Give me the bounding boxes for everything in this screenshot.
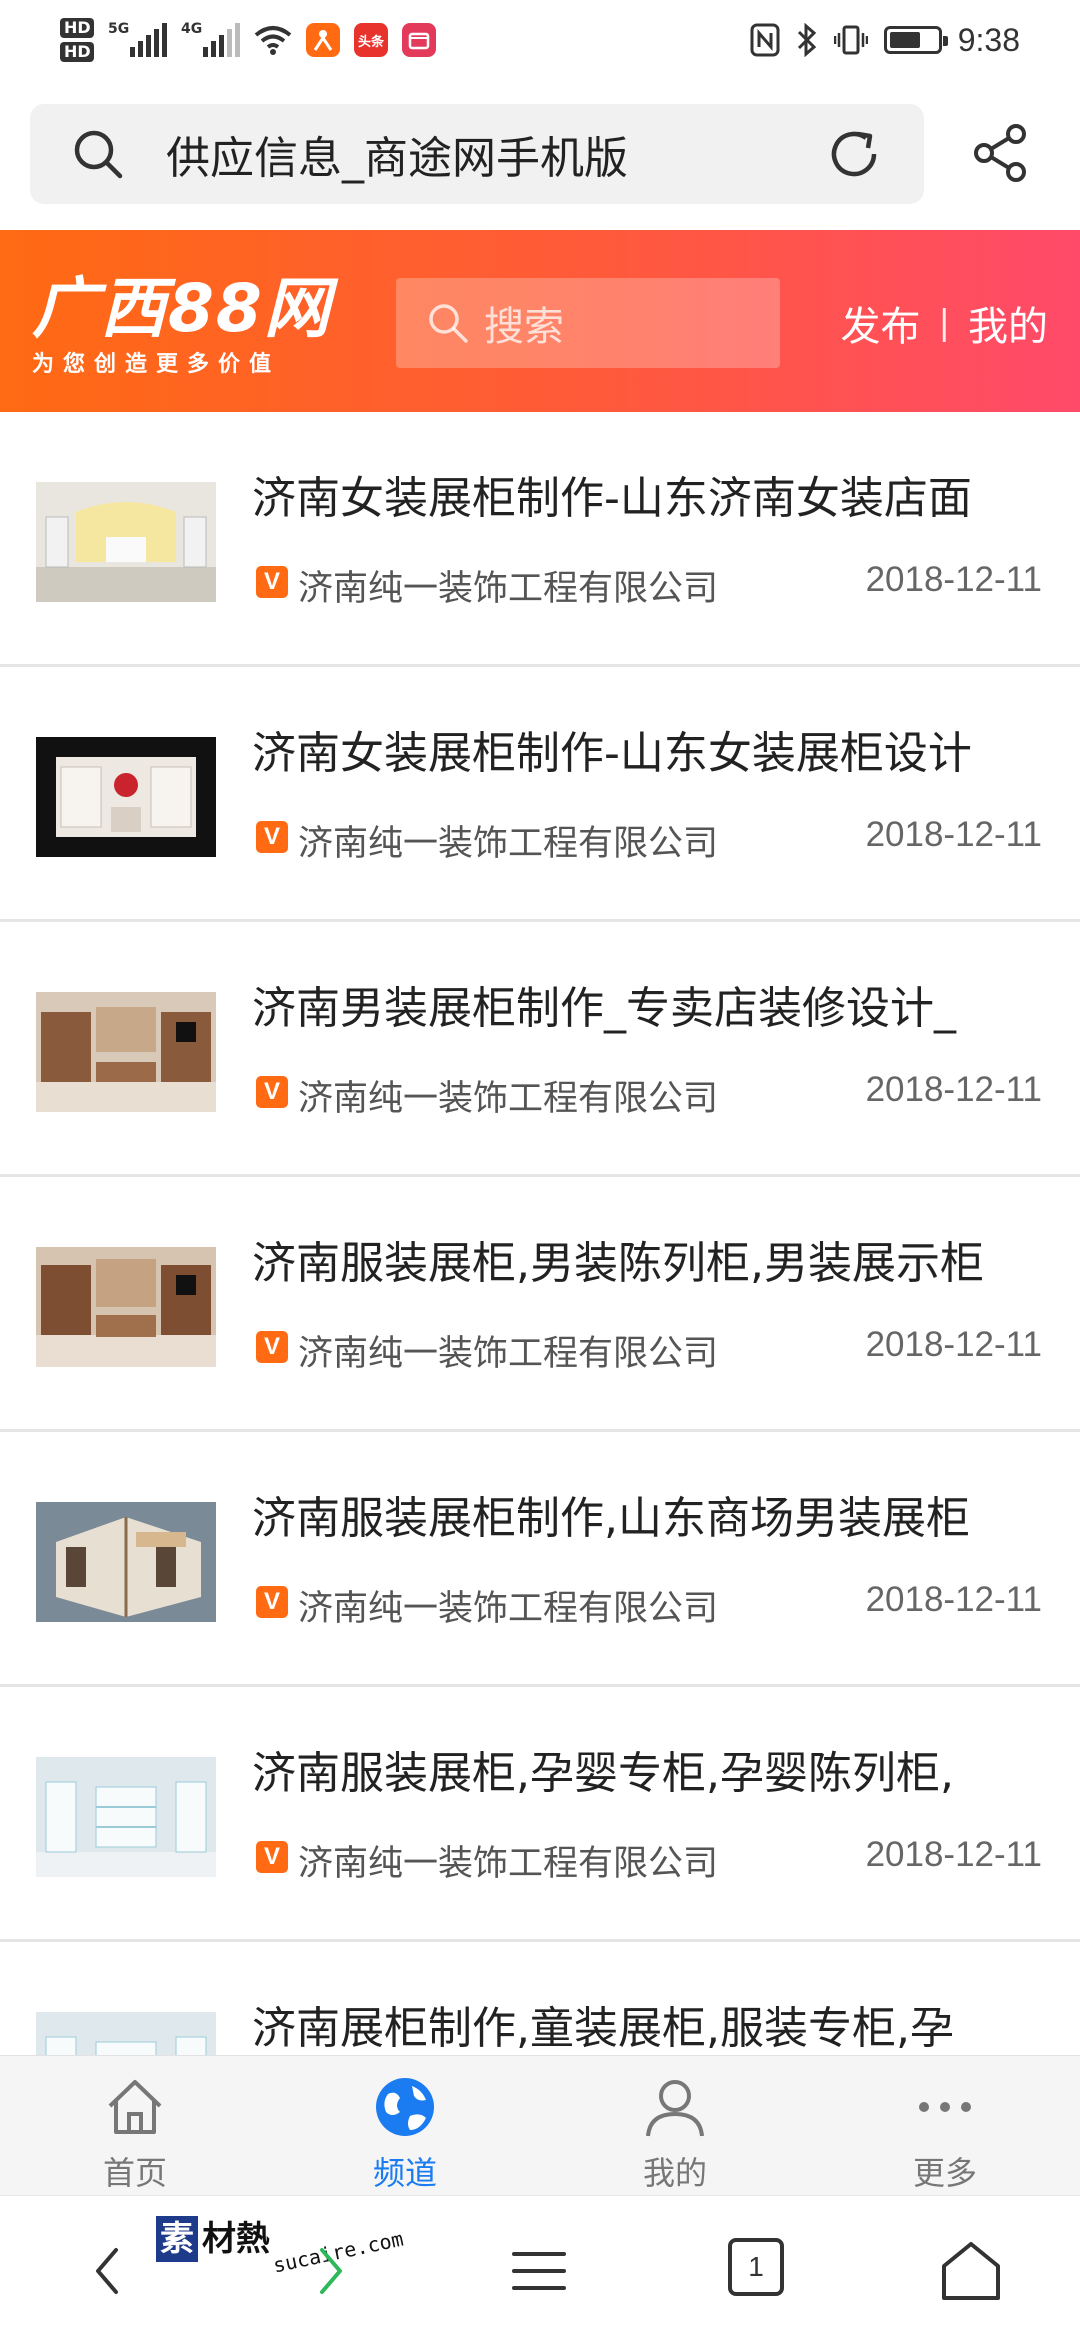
app-notification-icon bbox=[306, 23, 340, 57]
status-bar: HD HD 5G 4G 头条 9:38 bbox=[0, 0, 1080, 80]
address-bar[interactable]: 供应信息_商途网手机版 bbox=[30, 104, 924, 204]
list-item[interactable]: 济南男装展柜制作_专卖店装修设计_ V 济南纯一装饰工程有限公司 2018-12… bbox=[0, 922, 1080, 1177]
product-thumbnail bbox=[36, 1247, 216, 1367]
post-date: 2018-12-11 bbox=[865, 1325, 1042, 1364]
vibrate-icon bbox=[833, 25, 868, 55]
item-title[interactable]: 济南服装展柜制作,山东商场男装展柜 bbox=[252, 1482, 1052, 1546]
product-thumbnail bbox=[36, 992, 216, 1112]
post-date: 2018-12-11 bbox=[865, 1835, 1042, 1874]
list-item[interactable]: 济南服装展柜,孕婴专柜,孕婴陈列柜, V 济南纯一装饰工程有限公司 2018-1… bbox=[0, 1687, 1080, 1942]
tabs-count-button[interactable]: 1 bbox=[728, 2238, 784, 2296]
list-item[interactable]: 济南女装展柜制作-山东济南女装店面 V 济南纯一装饰工程有限公司 2018-12… bbox=[0, 412, 1080, 667]
bluetooth-icon bbox=[797, 23, 816, 57]
nfc-icon bbox=[750, 23, 780, 57]
list-item[interactable]: 济南服装展柜制作,山东商场男装展柜 V 济南纯一装饰工程有限公司 2018-12… bbox=[0, 1432, 1080, 1687]
status-bar-right: 9:38 bbox=[750, 10, 1020, 70]
header-links: 发布 | 我的 bbox=[841, 294, 1048, 352]
verified-badge-icon: V bbox=[256, 1586, 288, 1618]
item-title[interactable]: 济南女装展柜制作-山东济南女装店面 bbox=[252, 462, 1052, 526]
wifi-icon bbox=[254, 26, 292, 55]
post-date: 2018-12-11 bbox=[865, 1580, 1042, 1619]
watermark-logo-box: 素 bbox=[156, 2216, 198, 2262]
list-item[interactable]: 济南服装展柜,男装陈列柜,男装展示柜 V 济南纯一装饰工程有限公司 2018-1… bbox=[0, 1177, 1080, 1432]
hd-badge-2: HD bbox=[60, 42, 94, 62]
status-bar-left: HD HD 5G 4G 头条 bbox=[60, 10, 436, 70]
company-name: 济南纯一装饰工程有限公司 bbox=[298, 1589, 719, 1629]
signal-5g-icon: 5G bbox=[108, 21, 167, 57]
hd-badge-1: HD bbox=[60, 18, 94, 38]
item-title[interactable]: 济南男装展柜制作_专卖店装修设计_ bbox=[252, 972, 1052, 1036]
company-name: 济南纯一装饰工程有限公司 bbox=[298, 1844, 719, 1884]
verified-badge-icon: V bbox=[256, 566, 288, 598]
publish-link[interactable]: 发布 bbox=[841, 294, 921, 352]
tab-mine[interactable]: 我的 bbox=[540, 2056, 810, 2195]
browser-nav-bar: 素材熱 sucaire.com 1 bbox=[0, 2195, 1080, 2340]
product-thumbnail bbox=[36, 2012, 216, 2055]
net-type-label-1: 5G bbox=[108, 21, 130, 37]
company-name: 济南纯一装饰工程有限公司 bbox=[298, 569, 719, 609]
watermark-logo-text: 材熱 bbox=[202, 2219, 270, 2259]
home-icon bbox=[108, 2080, 162, 2134]
verified-badge-icon: V bbox=[256, 1841, 288, 1873]
search-icon bbox=[429, 304, 468, 343]
company-name: 济南纯一装饰工程有限公司 bbox=[298, 1334, 719, 1374]
verified-badge-icon: V bbox=[256, 1076, 288, 1108]
more-icon bbox=[919, 2102, 971, 2112]
forward-icon[interactable] bbox=[294, 2236, 364, 2306]
home-icon[interactable] bbox=[936, 2236, 1006, 2306]
item-title[interactable]: 济南女装展柜制作-山东女装展柜设计 bbox=[252, 717, 1052, 781]
site-search-box[interactable]: 搜索 bbox=[396, 278, 780, 368]
tab-home[interactable]: 首页 bbox=[0, 2056, 270, 2195]
company-name: 济南纯一装饰工程有限公司 bbox=[298, 824, 719, 864]
signal-4g-icon: 4G bbox=[181, 21, 240, 57]
page-title[interactable]: 供应信息_商途网手机版 bbox=[166, 122, 826, 186]
watermark: 素材熱 sucaire.com bbox=[156, 2216, 406, 2278]
product-thumbnail bbox=[36, 737, 216, 857]
net-type-label-2: 4G bbox=[181, 21, 203, 37]
list-item[interactable]: 济南女装展柜制作-山东女装展柜设计 V 济南纯一装饰工程有限公司 2018-12… bbox=[0, 667, 1080, 922]
post-date: 2018-12-11 bbox=[865, 560, 1042, 599]
tab-more[interactable]: 更多 bbox=[810, 2056, 1080, 2195]
logo-slogan: 为您创造更多价值 bbox=[32, 352, 281, 377]
verified-badge-icon: V bbox=[256, 821, 288, 853]
battery-icon bbox=[883, 26, 948, 54]
item-title[interactable]: 济南展柜制作,童装展柜,服装专柜,孕 bbox=[252, 1992, 1052, 2055]
list-item[interactable]: 济南展柜制作,童装展柜,服装专柜,孕 bbox=[0, 1942, 1080, 2055]
product-thumbnail bbox=[36, 1502, 216, 1622]
site-logo[interactable]: 广西88网 为您创造更多价值 bbox=[32, 274, 332, 378]
tab-label: 首页 bbox=[102, 2154, 167, 2192]
search-icon bbox=[74, 130, 123, 179]
verified-badge-icon: V bbox=[256, 1331, 288, 1363]
post-date: 2018-12-11 bbox=[865, 815, 1042, 854]
tab-channel[interactable]: 频道 bbox=[270, 2056, 540, 2195]
link-separator: | bbox=[938, 303, 950, 343]
menu-icon[interactable] bbox=[504, 2236, 574, 2306]
item-title[interactable]: 济南服装展柜,男装陈列柜,男装展示柜 bbox=[252, 1227, 1052, 1291]
video-app-icon bbox=[402, 23, 436, 57]
back-icon[interactable] bbox=[74, 2236, 144, 2306]
post-date: 2018-12-11 bbox=[865, 1070, 1042, 1109]
bottom-tab-bar: 首页 频道 我的 更多 bbox=[0, 2055, 1080, 2195]
clock: 9:38 bbox=[957, 21, 1020, 58]
mine-link[interactable]: 我的 bbox=[968, 294, 1048, 352]
toutiao-icon: 头条 bbox=[354, 23, 388, 57]
product-thumbnail bbox=[36, 482, 216, 602]
reload-icon[interactable] bbox=[826, 126, 882, 182]
hd-indicators: HD HD bbox=[60, 18, 94, 62]
logo-main-text: 广西88网 bbox=[32, 270, 332, 347]
supply-list: 济南女装展柜制作-山东济南女装店面 V 济南纯一装饰工程有限公司 2018-12… bbox=[0, 412, 1080, 2055]
search-placeholder: 搜索 bbox=[484, 304, 564, 350]
user-icon bbox=[646, 2080, 704, 2137]
tab-label: 我的 bbox=[642, 2154, 707, 2192]
tab-label: 更多 bbox=[912, 2154, 977, 2192]
product-thumbnail bbox=[36, 1757, 216, 1877]
share-icon[interactable] bbox=[970, 122, 1032, 184]
company-name: 济南纯一装饰工程有限公司 bbox=[298, 1079, 719, 1119]
tab-label: 频道 bbox=[372, 2154, 437, 2192]
globe-icon bbox=[376, 2078, 434, 2136]
item-title[interactable]: 济南服装展柜,孕婴专柜,孕婴陈列柜, bbox=[252, 1737, 1052, 1801]
site-header: 广西88网 为您创造更多价值 搜索 发布 | 我的 bbox=[0, 230, 1080, 412]
